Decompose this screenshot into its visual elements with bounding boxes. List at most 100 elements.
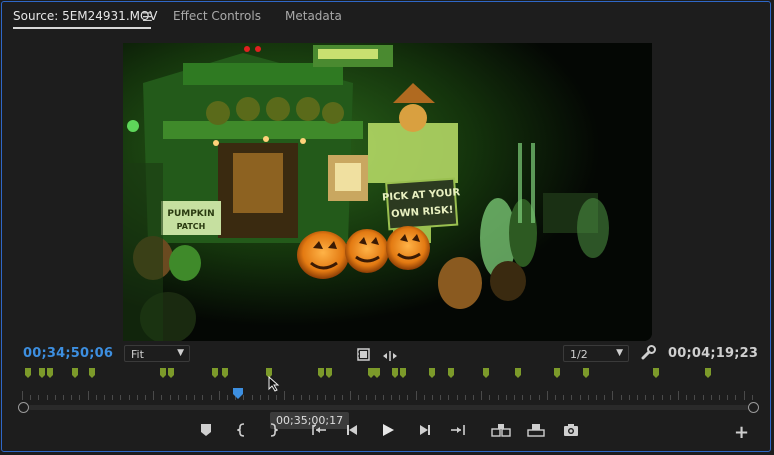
clip-marker[interactable] (653, 368, 659, 378)
arrows-icon[interactable] (382, 347, 398, 366)
step-forward-icon (420, 425, 430, 435)
ruler-tick (563, 395, 565, 400)
zoom-handle-right[interactable] (748, 402, 759, 413)
time-ruler[interactable] (22, 388, 755, 400)
tab-source[interactable]: Source: 5EM24931.MOV (13, 9, 157, 23)
ruler-tick (341, 395, 343, 400)
ruler-tick (186, 395, 187, 400)
clip-marker[interactable] (374, 368, 380, 378)
ruler-tick (653, 395, 655, 400)
ruler-tick (333, 395, 335, 400)
zoom-scroll-bar[interactable] (18, 402, 759, 413)
hamburger-menu-icon[interactable]: ☰ (142, 10, 153, 24)
clip-marker[interactable] (25, 368, 31, 378)
clip-marker[interactable] (326, 368, 332, 378)
ruler-tick (169, 395, 171, 400)
ruler-tick (669, 395, 671, 400)
ruler-tick (415, 391, 417, 400)
clip-marker[interactable] (160, 368, 166, 378)
ruler-tick (686, 395, 688, 400)
step-forward-button[interactable] (413, 423, 435, 441)
ruler-tick (87, 391, 89, 400)
ruler-tick (284, 391, 286, 400)
go-to-in-button[interactable] (308, 423, 330, 441)
ruler-tick (79, 395, 81, 400)
clip-marker[interactable] (368, 368, 374, 378)
clip-marker[interactable] (515, 368, 521, 378)
ruler-tick (46, 395, 48, 400)
clip-marker[interactable] (483, 368, 489, 378)
clip-marker[interactable] (429, 368, 435, 378)
ruler-tick (161, 395, 163, 400)
video-preview: PUMPKIN PATCH PICK AT YOUR OWN RISK! (123, 43, 652, 341)
clip-marker[interactable] (222, 368, 228, 378)
ruler-tick (710, 395, 712, 400)
ruler-tick (218, 391, 220, 400)
insert-button[interactable] (490, 423, 512, 441)
tab-metadata[interactable]: Metadata (285, 9, 342, 23)
ruler-tick (702, 395, 704, 400)
ruler-tick (300, 395, 302, 400)
ruler-tick (202, 395, 204, 400)
clip-marker[interactable] (47, 368, 53, 378)
ruler-tick (743, 391, 745, 400)
ruler-tick (481, 391, 483, 400)
sign-pumpkin-patch-line1: PUMPKIN (167, 209, 214, 219)
ruler-tick (358, 395, 360, 400)
ruler-tick (259, 395, 261, 400)
ruler-tick (497, 395, 499, 400)
clip-marker[interactable] (168, 368, 174, 378)
ruler-tick (489, 395, 491, 400)
clip-marker[interactable] (554, 368, 560, 378)
clip-marker[interactable] (583, 368, 589, 378)
clip-marker[interactable] (448, 368, 454, 378)
overwrite-button[interactable] (525, 423, 547, 441)
add-marker-button[interactable] (195, 423, 217, 441)
playback-resolution-dropdown[interactable]: 1/2 ▼ (563, 345, 629, 362)
sign-pumpkin-patch-line2: PATCH (177, 222, 206, 231)
clip-marker[interactable] (318, 368, 324, 378)
step-back-icon (347, 425, 357, 435)
camera-icon (564, 424, 578, 436)
clip-marker[interactable] (400, 368, 406, 378)
ruler-tick (579, 395, 581, 400)
active-tab-indicator (13, 27, 151, 29)
clip-marker[interactable] (72, 368, 78, 378)
clip-marker[interactable] (212, 368, 218, 378)
ruler-tick (112, 395, 114, 400)
ruler-tick (292, 395, 294, 400)
ruler-tick (268, 395, 269, 400)
ruler-tick (423, 395, 425, 400)
step-back-button[interactable] (342, 423, 364, 441)
go-to-in-icon (312, 424, 326, 435)
zoom-scroll-track[interactable] (28, 405, 749, 410)
wrench-icon[interactable] (641, 345, 656, 364)
zoom-handle-left[interactable] (18, 402, 29, 413)
ruler-tick (505, 395, 507, 400)
zoom-level-dropdown[interactable]: Fit ▼ (124, 345, 190, 362)
export-frame-button[interactable] (560, 423, 582, 441)
clip-marker[interactable] (392, 368, 398, 378)
ruler-tick (596, 395, 597, 400)
tab-effect-controls[interactable]: Effect Controls (173, 9, 261, 23)
ruler-tick (71, 395, 73, 400)
ruler-tick (628, 395, 630, 400)
ruler-tick (448, 395, 450, 400)
clip-marker[interactable] (89, 368, 95, 378)
ruler-tick (30, 395, 32, 400)
current-timecode[interactable]: 00;34;50;06 (23, 346, 113, 361)
play-button[interactable] (377, 423, 399, 441)
filmstrip-icon[interactable] (357, 346, 370, 365)
clip-marker[interactable] (39, 368, 45, 378)
mark-in-button[interactable] (231, 423, 253, 441)
ruler-tick (374, 395, 376, 400)
mark-out-button[interactable] (262, 423, 284, 441)
plus-icon[interactable]: + (734, 422, 749, 443)
chevron-down-icon: ▼ (616, 348, 623, 358)
ruler-tick (727, 395, 729, 400)
ruler-tick (637, 395, 638, 400)
ruler-tick (694, 395, 696, 400)
clip-marker[interactable] (705, 368, 711, 378)
go-to-out-button[interactable] (447, 423, 469, 441)
ruler-tick (177, 395, 179, 400)
